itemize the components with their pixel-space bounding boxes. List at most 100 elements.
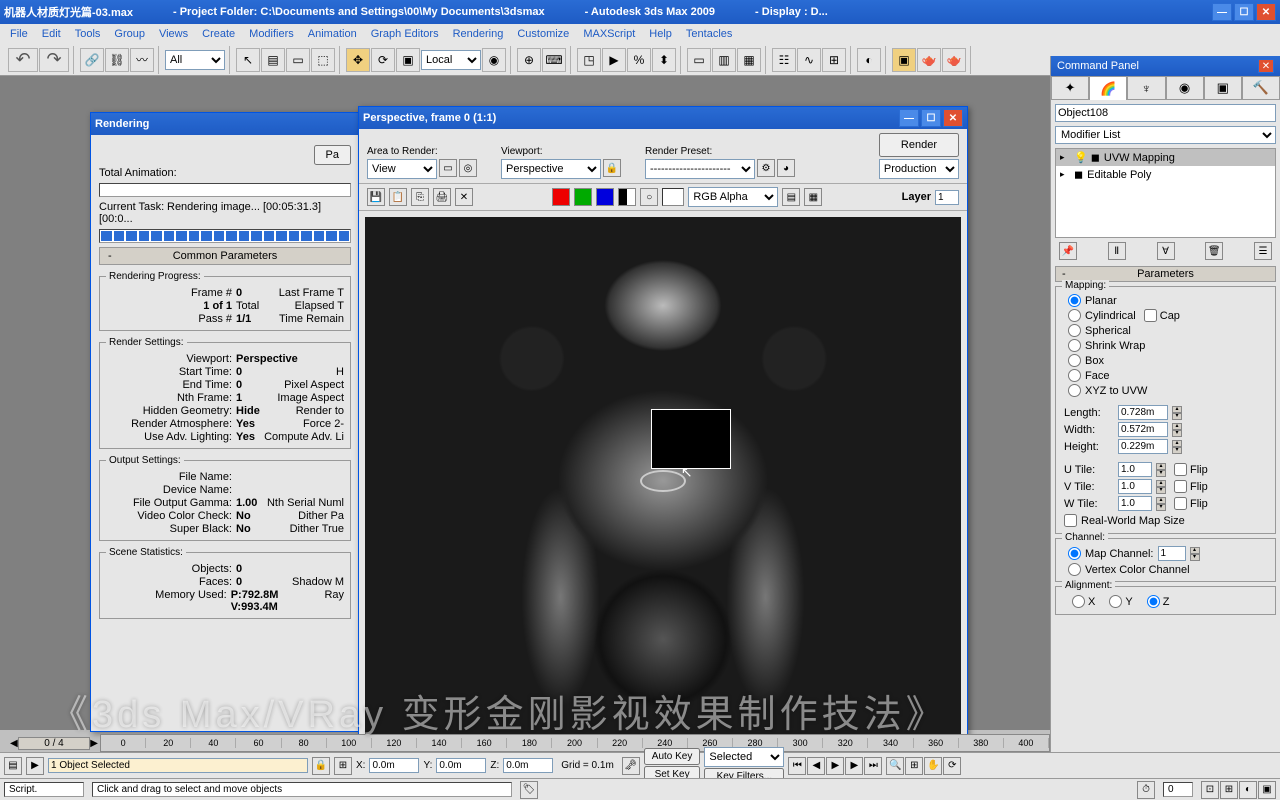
stack-editable-poly[interactable]: ◼ Editable Poly: [1056, 166, 1275, 183]
menu-modifiers[interactable]: Modifiers: [243, 26, 300, 42]
cp-close-button[interactable]: [1258, 59, 1274, 73]
timeline-ruler[interactable]: 0204060801001201401601802002202402602803…: [100, 734, 1050, 752]
next-frame-icon[interactable]: ▶: [845, 757, 863, 775]
height-spinner[interactable]: ▴▾: [1172, 440, 1182, 454]
utile-input[interactable]: [1118, 462, 1152, 477]
save-image-icon[interactable]: 💾: [367, 188, 385, 206]
color-swatch[interactable]: [662, 188, 684, 206]
link-button[interactable]: 🔗: [80, 48, 104, 72]
menu-rendering[interactable]: Rendering: [447, 26, 510, 42]
vtile-input[interactable]: [1118, 479, 1152, 494]
real-world-checkbox[interactable]: [1064, 514, 1077, 527]
create-tab[interactable]: ✦: [1051, 76, 1089, 100]
zoom-extents-icon[interactable]: ⊡: [1201, 781, 1219, 799]
height-input[interactable]: [1118, 439, 1168, 454]
time-tag-icon[interactable]: 🏷: [520, 781, 538, 799]
align-button[interactable]: ▦: [737, 48, 761, 72]
clone-window-icon[interactable]: ⎘: [411, 188, 429, 206]
render-setup-icon[interactable]: ⚙: [757, 159, 775, 177]
unlink-button[interactable]: ⛓: [105, 48, 129, 72]
select-region-button[interactable]: ▭: [286, 48, 310, 72]
keyboard-shortcut-button[interactable]: ⌨: [542, 48, 566, 72]
angle-snap-button[interactable]: ▶: [602, 48, 626, 72]
arc-rotate-icon[interactable]: ⟳: [943, 757, 961, 775]
modify-tab[interactable]: 🌈: [1089, 76, 1127, 100]
mapping-box-radio[interactable]: [1068, 354, 1081, 367]
undo-button[interactable]: ↶: [8, 48, 38, 72]
toggle-a-icon[interactable]: ▤: [782, 188, 800, 206]
manipulate-button[interactable]: ⊕: [517, 48, 541, 72]
align-x-radio[interactable]: [1072, 595, 1085, 608]
render-setup-button[interactable]: ▣: [892, 48, 916, 72]
curve-editor-button[interactable]: ∿: [797, 48, 821, 72]
transform-type-in-icon[interactable]: ⊞: [334, 757, 352, 775]
render-region-box[interactable]: [651, 409, 731, 469]
modifier-stack[interactable]: 💡 ◼ UVW Mapping ◼ Editable Poly: [1055, 148, 1276, 238]
render-preset-select[interactable]: ----------------------: [645, 159, 755, 179]
select-object-button[interactable]: ↖: [236, 48, 260, 72]
red-channel-icon[interactable]: [552, 188, 570, 206]
mono-channel-icon[interactable]: ○: [640, 188, 658, 206]
modifier-list-select[interactable]: Modifier List: [1055, 126, 1276, 144]
snap-toggle-button[interactable]: ◳: [577, 48, 601, 72]
zoom-extents-all-icon[interactable]: ⊞: [1220, 781, 1238, 799]
select-by-name-button[interactable]: ▤: [261, 48, 285, 72]
environment-icon[interactable]: ◕: [777, 159, 795, 177]
vertex-color-radio[interactable]: [1068, 563, 1081, 576]
display-tab[interactable]: ▣: [1204, 76, 1242, 100]
fov-icon[interactable]: ◐: [1239, 781, 1257, 799]
pivot-center-button[interactable]: ◉: [482, 48, 506, 72]
map-channel-input[interactable]: [1158, 546, 1186, 561]
mapping-spherical-radio[interactable]: [1068, 324, 1081, 337]
uflip-checkbox[interactable]: [1174, 463, 1187, 476]
mapping-face-radio[interactable]: [1068, 369, 1081, 382]
make-unique-icon[interactable]: ∀: [1157, 242, 1175, 260]
green-channel-icon[interactable]: [574, 188, 592, 206]
map-channel-radio[interactable]: [1068, 547, 1081, 560]
menu-customize[interactable]: Customize: [511, 26, 575, 42]
named-selection-button[interactable]: ▭: [687, 48, 711, 72]
remove-modifier-icon[interactable]: 🗑: [1205, 242, 1223, 260]
close-button[interactable]: [1256, 3, 1276, 21]
command-panel-title[interactable]: Command Panel: [1051, 56, 1280, 76]
mirror-button[interactable]: ▥: [712, 48, 736, 72]
menu-views[interactable]: Views: [153, 26, 194, 42]
material-editor-button[interactable]: ◐: [857, 48, 881, 72]
rfw-minimize-button[interactable]: [899, 109, 919, 127]
rendering-window-title[interactable]: Rendering: [91, 113, 359, 135]
print-icon[interactable]: 🖨: [433, 188, 451, 206]
key-mode-select[interactable]: Selected: [704, 747, 784, 767]
width-spinner[interactable]: ▴▾: [1172, 423, 1182, 437]
schematic-view-button[interactable]: ⊞: [822, 48, 846, 72]
reference-coord-select[interactable]: Local: [421, 50, 481, 70]
object-name-input[interactable]: [1055, 104, 1276, 122]
layer-manager-button[interactable]: ☷: [772, 48, 796, 72]
utilities-tab[interactable]: 🔨: [1242, 76, 1280, 100]
render-output-view[interactable]: ↖: [365, 217, 961, 765]
script-listener-icon[interactable]: ▤: [4, 757, 22, 775]
spinner-snap-button[interactable]: ⬍: [652, 48, 676, 72]
pause-button[interactable]: Pa: [314, 145, 351, 165]
menu-help[interactable]: Help: [643, 26, 678, 42]
wtile-input[interactable]: [1118, 496, 1152, 511]
configure-sets-icon[interactable]: ☰: [1254, 242, 1272, 260]
y-input[interactable]: [436, 758, 486, 773]
window-crossing-button[interactable]: ⬚: [311, 48, 335, 72]
show-end-result-icon[interactable]: Ⅱ: [1108, 242, 1126, 260]
scale-button[interactable]: ▣: [396, 48, 420, 72]
align-y-radio[interactable]: [1109, 595, 1122, 608]
alpha-channel-icon[interactable]: [618, 188, 636, 206]
stack-uvw-mapping[interactable]: 💡 ◼ UVW Mapping: [1056, 149, 1275, 166]
menu-tentacles[interactable]: Tentacles: [680, 26, 738, 42]
menu-tools[interactable]: Tools: [69, 26, 107, 42]
goto-end-icon[interactable]: ⏭: [864, 757, 882, 775]
prev-frame-icon[interactable]: ◀: [807, 757, 825, 775]
quick-render-button[interactable]: 🫖: [942, 48, 966, 72]
menu-group[interactable]: Group: [108, 26, 151, 42]
common-parameters-rollout[interactable]: Common Parameters: [99, 247, 351, 265]
menu-graph-editors[interactable]: Graph Editors: [365, 26, 445, 42]
mapping-planar-radio[interactable]: [1068, 294, 1081, 307]
cap-checkbox[interactable]: [1144, 309, 1157, 322]
play-icon[interactable]: ▶: [826, 757, 844, 775]
zoom-all-icon[interactable]: ⊞: [905, 757, 923, 775]
